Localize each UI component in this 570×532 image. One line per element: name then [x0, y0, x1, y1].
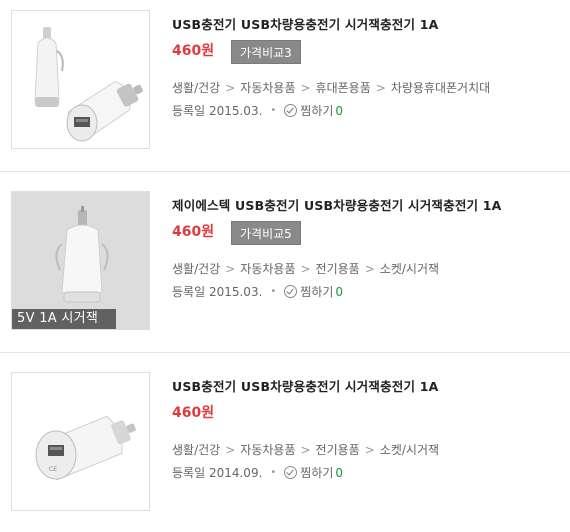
registered-date: 2014.09. [208, 465, 263, 480]
category-link[interactable]: 전기용품 [316, 443, 360, 457]
chevron-right-icon: > [300, 262, 311, 276]
category-breadcrumb: 생활/건강 > 자동차용품 > 전기용품 > 소켓/시거잭 [172, 441, 439, 458]
category-link[interactable]: 자동차용품 [240, 81, 295, 95]
category-breadcrumb: 생활/건강 > 자동차용품 > 전기용품 > 소켓/시거잭 [172, 260, 439, 277]
category-link[interactable]: 자동차용품 [240, 262, 295, 276]
category-link[interactable]: 생활/건강 [172, 443, 220, 457]
chevron-right-icon: > [375, 81, 386, 95]
category-link[interactable]: 차량용휴대폰거치대 [391, 81, 490, 95]
separator-dot: • [270, 467, 277, 478]
product-item: CE USB충전기 USB차량용충전기 시거잭충전기 1A 460원 생활/건강… [0, 362, 570, 532]
separator-dot: • [270, 286, 277, 297]
wish-check-icon[interactable] [284, 466, 298, 479]
product-title[interactable]: 제이에스텍 USB충전기 USB차량용충전기 시거잭충전기 1A [172, 195, 502, 214]
price-compare-button[interactable]: 가격비교3 [231, 40, 301, 64]
registered-label: 등록일 [172, 466, 206, 480]
product-item: USB충전기 USB차량용충전기 시거잭충전기 1A 460원 가격비교3 생활… [0, 0, 570, 170]
product-price: 460원 [172, 43, 215, 59]
category-link[interactable]: 생활/건강 [172, 262, 220, 276]
price-compare-button[interactable]: 가격비교5 [231, 221, 301, 245]
wish-button[interactable]: 찜하기 [300, 464, 333, 481]
product-item: 5V 1A 시거잭 제이에스텍 USB충전기 USB차량용충전기 시거잭충전기 … [0, 181, 570, 351]
car-charger-image [34, 27, 143, 142]
product-meta: 등록일 2015.03. • 찜하기 0 [172, 283, 343, 300]
registered-date: 2015.03. [208, 284, 263, 299]
car-charger-image: CE [35, 415, 136, 481]
category-link[interactable]: 소켓/시거잭 [380, 262, 439, 276]
product-price: 460원 [172, 405, 215, 421]
chevron-right-icon: > [364, 262, 375, 276]
product-meta: 등록일 2015.03. • 찜하기 0 [172, 102, 343, 119]
product-thumbnail[interactable] [11, 10, 150, 149]
chevron-right-icon: > [300, 81, 311, 95]
product-thumbnail[interactable]: CE [11, 372, 150, 511]
chevron-right-icon: > [225, 81, 236, 95]
wish-button[interactable]: 찜하기 [300, 283, 333, 300]
product-title[interactable]: USB충전기 USB차량용충전기 시거잭충전기 1A [172, 376, 439, 395]
chevron-right-icon: > [364, 443, 375, 457]
wish-count: 0 [335, 103, 344, 118]
wish-button[interactable]: 찜하기 [300, 102, 333, 119]
product-title[interactable]: USB충전기 USB차량용충전기 시거잭충전기 1A [172, 14, 439, 33]
chevron-right-icon: > [300, 443, 311, 457]
wish-count: 0 [335, 465, 344, 480]
registered-label: 등록일 [172, 285, 206, 299]
category-link[interactable]: 소켓/시거잭 [380, 443, 439, 457]
registered-label: 등록일 [172, 104, 206, 118]
product-price: 460원 [172, 224, 215, 240]
separator-dot: • [270, 105, 277, 116]
category-breadcrumb: 생활/건강 > 자동차용품 > 휴대폰용품 > 차량용휴대폰거치대 [172, 79, 490, 96]
wish-check-icon[interactable] [284, 104, 298, 117]
chevron-right-icon: > [225, 262, 236, 276]
chevron-right-icon: > [225, 443, 236, 457]
wish-check-icon[interactable] [284, 285, 298, 298]
svg-text:CE: CE [49, 466, 57, 473]
category-link[interactable]: 휴대폰용품 [316, 81, 371, 95]
product-thumbnail[interactable]: 5V 1A 시거잭 [11, 191, 150, 330]
category-link[interactable]: 생활/건강 [172, 81, 220, 95]
category-link[interactable]: 전기용품 [316, 262, 360, 276]
registered-date: 2015.03. [208, 103, 263, 118]
product-meta: 등록일 2014.09. • 찜하기 0 [172, 464, 343, 481]
category-link[interactable]: 자동차용품 [240, 443, 295, 457]
wish-count: 0 [335, 284, 344, 299]
image-caption: 5V 1A 시거잭 [12, 309, 116, 329]
divider [0, 171, 570, 172]
divider [0, 352, 570, 353]
